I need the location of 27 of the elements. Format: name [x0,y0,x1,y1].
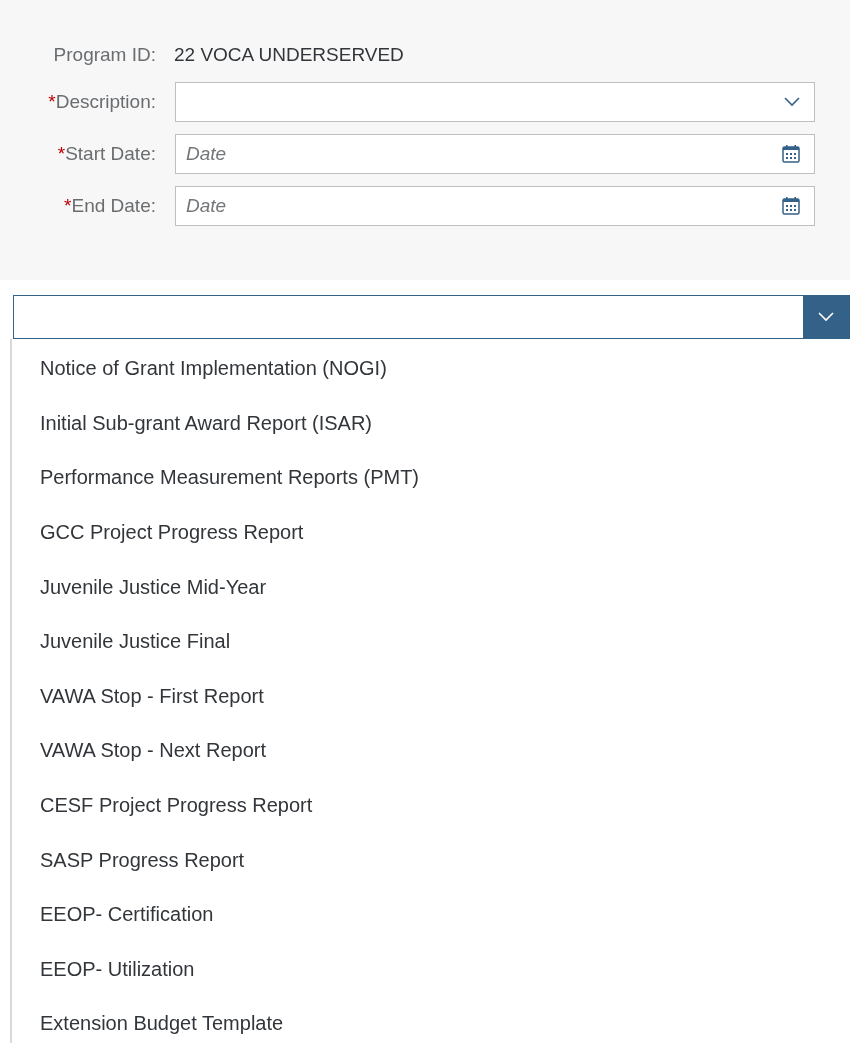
dropdown-option[interactable]: SASP Progress Report [12,832,850,887]
date-field[interactable]: Date [175,186,815,226]
dropdown-option[interactable]: VAWA Stop - First Report [12,668,850,724]
dropdown-option[interactable]: Juvenile Justice Final [12,613,850,669]
calendar-icon [781,144,801,164]
dropdown-option[interactable]: GCC Project Progress Report [12,504,850,560]
dropdown-option[interactable]: EEOP- Utilization [12,941,850,997]
dropdown-option[interactable]: Juvenile Justice Mid-Year [12,559,850,614]
dropdown-option[interactable]: VAWA Stop - Next Report [12,723,850,778]
field-label: Program ID: [52,42,156,67]
dropdown-option[interactable]: CESF Project Progress Report [12,777,850,833]
select-field[interactable] [175,82,815,122]
dropdown-option[interactable]: EEOP- Certification [12,886,850,942]
dropdown-option[interactable]: Initial Sub-grant Award Report (ISAR) [12,395,850,451]
field-label: *End Date: [64,193,156,218]
dropdown-button[interactable] [803,296,849,338]
report-select[interactable] [13,295,850,339]
chevron-down-icon [784,97,800,107]
calendar-icon [781,196,801,216]
dropdown-option[interactable]: Notice of Grant Implementation (NOGI) [12,341,850,396]
field-value: 22 VOCA UNDERSERVED [174,42,404,67]
dropdown-option[interactable]: Performance Measurement Reports (PMT) [12,450,850,505]
chevron-down-icon [818,312,834,322]
date-field[interactable]: Date [175,134,815,174]
field-label: *Start Date: [57,141,156,166]
dropdown-option[interactable]: Extension Budget Template [12,996,850,1043]
field-label: *Description: [48,89,156,114]
